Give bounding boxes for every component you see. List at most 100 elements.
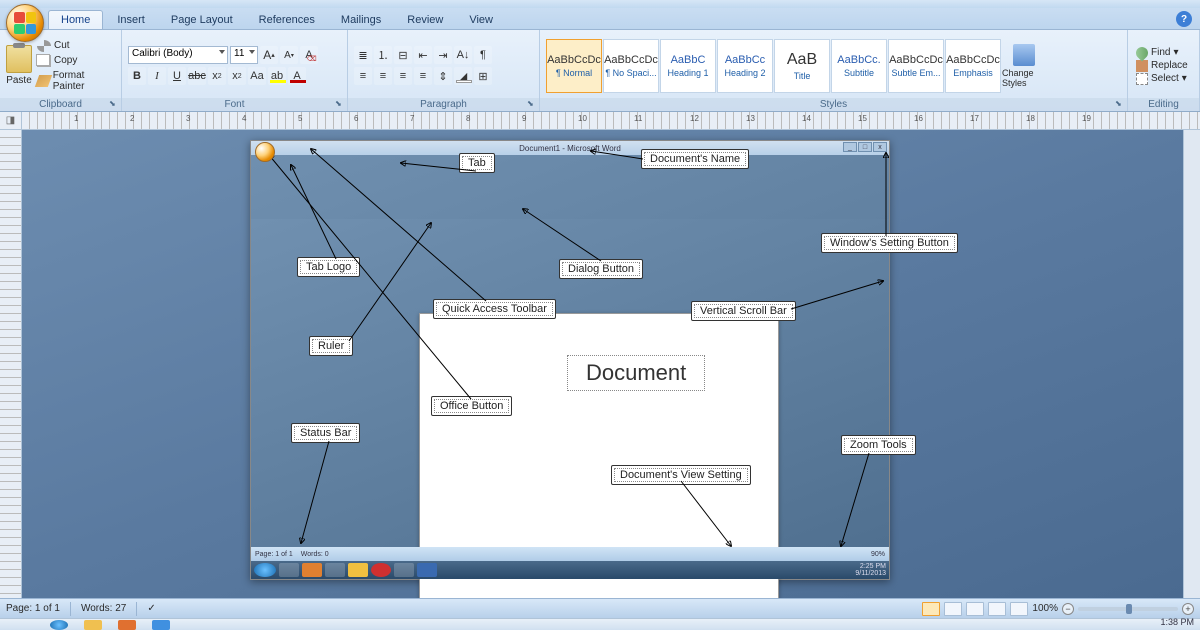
change-case-button[interactable]: Aa — [248, 67, 266, 85]
font-dialog-launcher[interactable]: ⬊ — [335, 99, 345, 109]
mini-window-buttons: _□x — [843, 142, 887, 152]
style-item-3[interactable]: AaBbCcHeading 2 — [717, 39, 773, 93]
editing-group-label: Editing — [1128, 98, 1199, 111]
borders-button[interactable]: ⊞ — [474, 67, 492, 85]
style-item-7[interactable]: AaBbCcDcEmphasis — [945, 39, 1001, 93]
help-icon[interactable]: ? — [1176, 11, 1192, 27]
grow-font-button[interactable]: A▴ — [260, 46, 278, 64]
font-name-select[interactable]: Calibri (Body) — [128, 46, 228, 64]
office-button[interactable] — [6, 4, 44, 42]
style-item-1[interactable]: AaBbCcDc¶ No Spaci... — [603, 39, 659, 93]
multilevel-list-button[interactable]: ⊟ — [394, 46, 412, 64]
callout-window-buttons: Window's Setting Button — [821, 233, 958, 253]
mini-taskbar-icon — [348, 563, 368, 577]
callout-ruler: Ruler — [309, 336, 353, 356]
zoom-percent[interactable]: 100% — [1032, 603, 1058, 614]
underline-button[interactable]: U — [168, 67, 186, 85]
horizontal-ruler[interactable]: 12345678910111213141516171819 — [22, 112, 1200, 129]
subscript-button[interactable]: x2 — [208, 67, 226, 85]
tab-page-layout[interactable]: Page Layout — [159, 11, 245, 29]
style-item-5[interactable]: AaBbCc.Subtitle — [831, 39, 887, 93]
ruler-corner[interactable]: ◨ — [0, 112, 22, 129]
zoom-in-button[interactable]: + — [1182, 603, 1194, 615]
shading-button[interactable]: ◢ — [454, 67, 472, 85]
document-viewport[interactable]: Document1 - Microsoft Word _□x Home Inse… — [22, 130, 1183, 598]
draft-view-button[interactable] — [1010, 602, 1028, 616]
copy-label: Copy — [54, 55, 77, 66]
style-item-0[interactable]: AaBbCcDc¶ Normal — [546, 39, 602, 93]
tab-review[interactable]: Review — [395, 11, 455, 29]
style-item-2[interactable]: AaBbCHeading 1 — [660, 39, 716, 93]
paste-label[interactable]: Paste — [6, 75, 32, 86]
vertical-scrollbar[interactable] — [1183, 130, 1200, 598]
full-screen-view-button[interactable] — [944, 602, 962, 616]
change-styles-button[interactable]: Change Styles — [1002, 44, 1046, 88]
style-item-4[interactable]: AaBTitle — [774, 39, 830, 93]
taskbar-icon[interactable] — [84, 620, 102, 630]
format-painter-label: Format Painter — [53, 70, 113, 92]
format-painter-button[interactable]: Format Painter — [35, 69, 115, 93]
taskbar-icon[interactable] — [118, 620, 136, 630]
cut-label: Cut — [54, 40, 70, 51]
tab-insert[interactable]: Insert — [105, 11, 157, 29]
callout-qat: Quick Access Toolbar — [433, 299, 556, 319]
zoom-slider[interactable] — [1078, 607, 1178, 611]
statusbar: Page: 1 of 1 Words: 27 ✓ 100% − + — [0, 598, 1200, 618]
web-layout-view-button[interactable] — [966, 602, 984, 616]
zoom-out-button[interactable]: − — [1062, 603, 1074, 615]
decrease-indent-button[interactable]: ⇤ — [414, 46, 432, 64]
status-page[interactable]: Page: 1 of 1 — [6, 603, 60, 614]
numbering-button[interactable]: ⒈ — [374, 46, 392, 64]
tab-references[interactable]: References — [247, 11, 327, 29]
cut-button[interactable]: Cut — [35, 39, 115, 53]
taskbar-icon[interactable] — [152, 620, 170, 630]
mini-status-page: Page: 1 of 1 — [255, 551, 293, 558]
callout-document: Document — [567, 355, 705, 391]
find-button[interactable]: Find ▾ — [1134, 47, 1190, 59]
tab-mailings[interactable]: Mailings — [329, 11, 393, 29]
font-size-select[interactable]: 11 — [230, 46, 258, 64]
line-spacing-button[interactable]: ⇕ — [434, 67, 452, 85]
strikethrough-button[interactable]: abc — [188, 67, 206, 85]
group-clipboard: Paste Cut Copy Format Painter Clipboard … — [0, 30, 122, 111]
brush-icon — [35, 75, 52, 87]
italic-button[interactable]: I — [148, 67, 166, 85]
print-layout-view-button[interactable] — [922, 602, 940, 616]
select-button[interactable]: Select ▾ — [1134, 73, 1190, 85]
tab-home[interactable]: Home — [48, 10, 103, 29]
document-page: Document1 - Microsoft Word _□x Home Inse… — [250, 140, 890, 580]
taskbar-icon[interactable] — [50, 620, 68, 630]
align-right-button[interactable]: ≡ — [394, 67, 412, 85]
copy-button[interactable]: Copy — [35, 54, 115, 68]
find-label: Find — [1151, 47, 1170, 58]
bold-button[interactable]: B — [128, 67, 146, 85]
tab-view[interactable]: View — [457, 11, 505, 29]
increase-indent-button[interactable]: ⇥ — [434, 46, 452, 64]
bullets-button[interactable]: ≣ — [354, 46, 372, 64]
paste-icon[interactable] — [6, 45, 32, 73]
show-marks-button[interactable]: ¶ — [474, 46, 492, 64]
ribbon-tabs: Home Insert Page Layout References Maili… — [0, 8, 1200, 30]
font-color-button[interactable]: A — [288, 67, 306, 85]
superscript-button[interactable]: x2 — [228, 67, 246, 85]
status-words[interactable]: Words: 27 — [81, 603, 126, 614]
mini-taskbar-icon — [417, 563, 437, 577]
justify-button[interactable]: ≡ — [414, 67, 432, 85]
sort-button[interactable]: A↓ — [454, 46, 472, 64]
highlight-button[interactable]: ab — [268, 67, 286, 85]
vertical-ruler[interactable] — [0, 130, 22, 598]
align-left-button[interactable]: ≡ — [354, 67, 372, 85]
align-center-button[interactable]: ≡ — [374, 67, 392, 85]
callout-tab: Tab — [459, 153, 495, 173]
shrink-font-button[interactable]: A▾ — [280, 46, 298, 64]
status-proofing-icon[interactable]: ✓ — [147, 603, 155, 614]
styles-dialog-launcher[interactable]: ⬊ — [1115, 99, 1125, 109]
callout-vscroll: Vertical Scroll Bar — [691, 301, 796, 321]
clear-formatting-button[interactable]: A⌫ — [300, 46, 318, 64]
paragraph-dialog-launcher[interactable]: ⬊ — [527, 99, 537, 109]
style-item-6[interactable]: AaBbCcDcSubtle Em... — [888, 39, 944, 93]
outline-view-button[interactable] — [988, 602, 1006, 616]
ruler-row: ◨ 12345678910111213141516171819 — [0, 112, 1200, 130]
clipboard-dialog-launcher[interactable]: ⬊ — [109, 99, 119, 109]
replace-button[interactable]: Replace — [1134, 60, 1190, 72]
